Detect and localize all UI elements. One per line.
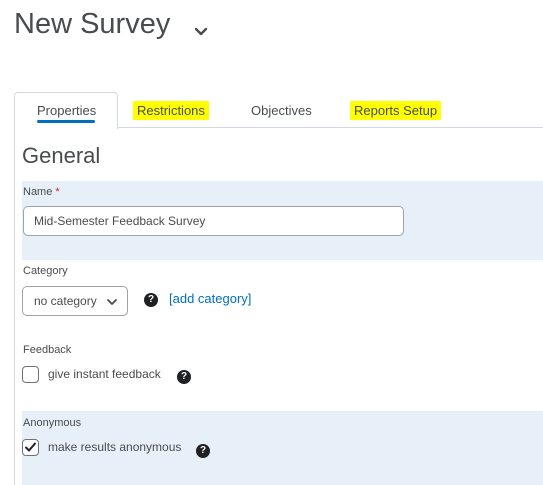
title-chevron-down-icon[interactable] (192, 22, 210, 40)
panel-border (14, 128, 15, 485)
tab-objectives[interactable]: Objectives (247, 101, 316, 120)
instant-feedback-checkbox[interactable] (22, 366, 39, 383)
anonymous-option-label: make results anonymous (48, 440, 182, 454)
tab-reports-setup[interactable]: Reports Setup (350, 101, 442, 120)
page-title: New Survey (14, 8, 171, 40)
checkmark-icon (25, 442, 36, 452)
tabs-divider (117, 127, 543, 128)
tab-restrictions[interactable]: Restrictions (133, 101, 209, 120)
feedback-label: Feedback (23, 344, 72, 356)
anonymous-help-icon[interactable]: ? (196, 444, 210, 458)
category-help-icon[interactable]: ? (144, 293, 158, 307)
category-select[interactable]: no category (22, 286, 128, 316)
section-heading-general: General (22, 143, 101, 168)
anonymous-checkbox[interactable] (22, 439, 39, 456)
category-label: Category (23, 265, 68, 277)
required-asterisk: * (55, 186, 60, 198)
instant-feedback-label: give instant feedback (48, 367, 161, 381)
name-input[interactable]: Mid-Semester Feedback Survey (23, 206, 404, 236)
add-category-link[interactable]: [add category] (169, 291, 251, 306)
active-tab-indicator (37, 120, 95, 123)
category-select-value: no category (34, 294, 97, 308)
select-chevron-down-icon (107, 299, 117, 305)
name-label: Name * (23, 186, 60, 198)
name-label-text: Name (23, 186, 53, 198)
tab-properties[interactable]: Properties (33, 101, 100, 120)
anonymous-label: Anonymous (23, 417, 82, 429)
feedback-help-icon[interactable]: ? (177, 370, 191, 384)
